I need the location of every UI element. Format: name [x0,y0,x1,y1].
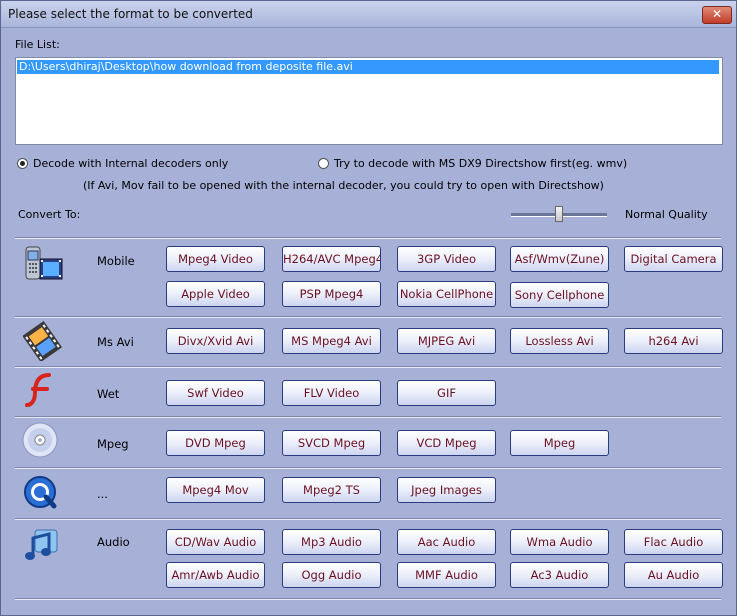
nokia-cellphone-button[interactable]: Nokia CellPhone [397,281,496,307]
separator [15,518,721,520]
separator [15,366,721,368]
mpeg4-video-button[interactable]: Mpeg4 Video [166,246,265,272]
music-note-icon [23,526,63,566]
category-label-audio: Audio [97,535,130,549]
au-audio-button[interactable]: Au Audio [624,562,723,588]
category-label-web: Wet [97,387,120,401]
3gp-video-button[interactable]: 3GP Video [397,246,496,272]
dvd-mpeg-button[interactable]: DVD Mpeg [166,430,265,456]
ac3-audio-button[interactable]: Ac3 Audio [510,562,609,588]
ogg-audio-button[interactable]: Ogg Audio [282,562,381,588]
internal-decoder-label: Decode with Internal decoders only [33,157,229,170]
flv-video-button[interactable]: FLV Video [282,380,381,406]
vcd-mpeg-button[interactable]: VCD Mpeg [397,430,496,456]
digital-camera-button[interactable]: Digital Camera [624,246,723,272]
mpeg2-ts-button[interactable]: Mpeg2 TS [282,477,381,503]
window-title: Please select the format to be converted [8,7,253,21]
directshow-decoder-radio[interactable] [318,158,329,169]
apple-video-button[interactable]: Apple Video [166,281,265,307]
internal-decoder-radio[interactable] [17,158,28,169]
file-list-item[interactable]: D:\Users\dhiraj\Desktop\how download fro… [17,60,719,74]
file-list-label: File List: [15,38,60,51]
category-label-msavi: Ms Avi [97,335,134,349]
separator [15,598,721,600]
directshow-decoder-label: Try to decode with MS DX9 Directshow fir… [334,157,628,170]
asf-wmv-zune-button[interactable]: Asf/Wmv(Zune) [510,246,609,272]
divx-xvid-avi-button[interactable]: Divx/Xvid Avi [166,328,265,354]
film-reel-icon [22,321,63,363]
psp-mpeg4-button[interactable]: PSP Mpeg4 [282,281,381,307]
separator [15,467,721,469]
gif-button[interactable]: GIF [397,380,496,406]
mpeg-button[interactable]: Mpeg [510,430,609,456]
amr-awb-audio-button[interactable]: Amr/Awb Audio [166,562,265,588]
swf-video-button[interactable]: Swf Video [166,380,265,406]
close-button[interactable]: ✕ [702,6,732,24]
mmf-audio-button[interactable]: MMF Audio [397,562,496,588]
h264-avc-mpeg4-button[interactable]: H264/AVC Mpeg4 [282,246,381,272]
decoder-hint: (If Avi, Mov fail to be opened with the … [83,179,604,192]
wma-audio-button[interactable]: Wma Audio [510,529,609,555]
convert-format-dialog: Please select the format to be converted… [0,0,737,616]
cd-wav-audio-button[interactable]: CD/Wav Audio [166,529,265,555]
flac-audio-button[interactable]: Flac Audio [624,529,723,555]
ms-mpeg4-avi-button[interactable]: MS Mpeg4 Avi [282,328,381,354]
h264-avi-button[interactable]: h264 Avi [624,328,723,354]
aac-audio-button[interactable]: Aac Audio [397,529,496,555]
flash-icon [23,371,63,411]
convert-to-label: Convert To: [18,208,81,221]
disc-icon [21,421,61,461]
quality-label: Normal Quality [625,208,708,221]
category-label-other: ... [97,487,108,501]
separator [15,416,721,418]
svcd-mpeg-button[interactable]: SVCD Mpeg [282,430,381,456]
mp3-audio-button[interactable]: Mp3 Audio [282,529,381,555]
category-label-mpeg: Mpeg [97,437,129,451]
quicktime-icon [21,473,61,513]
separator [15,316,721,318]
mjpeg-avi-button[interactable]: MJPEG Avi [397,328,496,354]
mobile-phone-icon [23,245,63,285]
lossless-avi-button[interactable]: Lossless Avi [510,328,609,354]
file-list[interactable]: D:\Users\dhiraj\Desktop\how download fro… [15,57,723,145]
category-label-mobile: Mobile [97,254,135,268]
mpeg4-mov-button[interactable]: Mpeg4 Mov [166,477,265,503]
jpeg-images-button[interactable]: Jpeg Images [397,477,496,503]
title-bar[interactable]: Please select the format to be converted… [1,1,736,28]
separator [15,237,721,239]
quality-slider-thumb[interactable] [555,206,563,222]
sony-cellphone-button[interactable]: Sony Cellphone [510,282,609,308]
